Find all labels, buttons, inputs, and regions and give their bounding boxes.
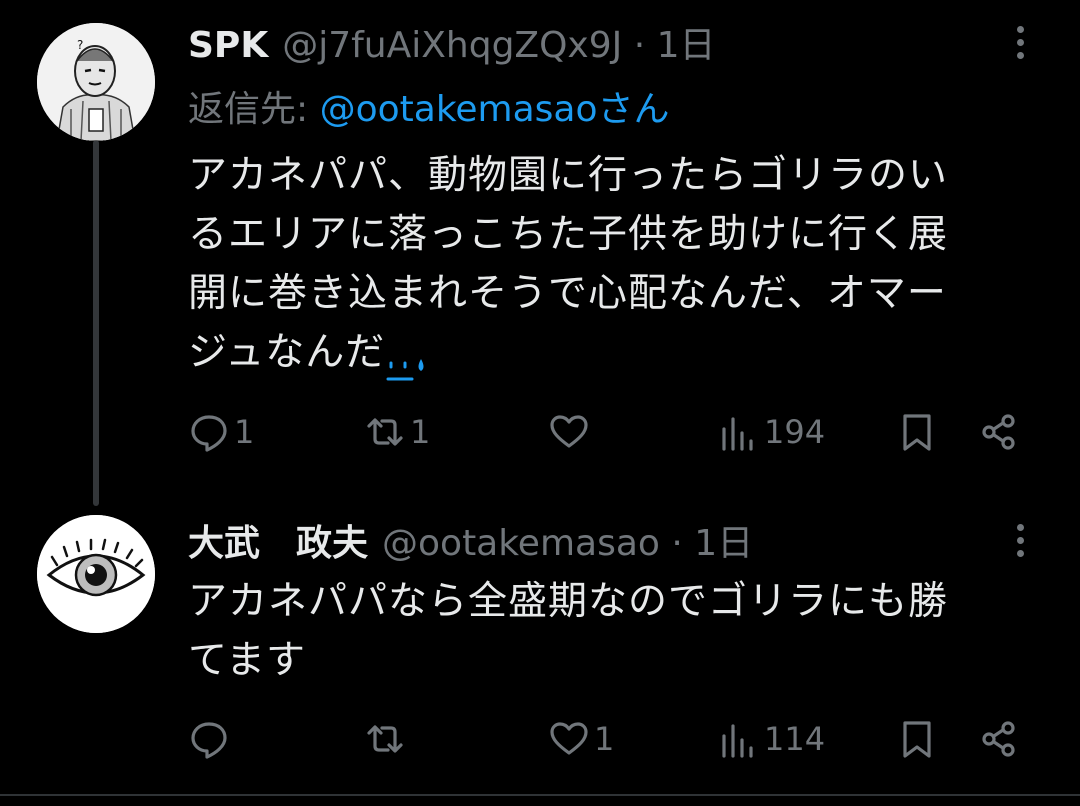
- tweet-action-bar: 1 114: [188, 715, 1038, 763]
- repost-count: 1: [410, 413, 431, 451]
- tweet-header: 大武 政夫 @ootakemasao · 1日: [188, 514, 753, 566]
- tweet-text-line: るエリアに落っこちた子供を助けに行く展: [188, 212, 949, 257]
- bookmark-button[interactable]: [896, 408, 938, 456]
- bookmark-button[interactable]: [896, 715, 938, 763]
- avatar-eye-icon: [37, 515, 155, 633]
- avatar[interactable]: ?: [37, 23, 155, 141]
- bookmark-icon: [903, 721, 931, 758]
- tweet-text-line-last: ジュなんだ: [188, 323, 1028, 382]
- views-button[interactable]: 114: [718, 715, 825, 763]
- like-button[interactable]: 1: [548, 715, 614, 763]
- tweet-header: SPK @j7fuAiXhqgZQx9J · 1日: [188, 16, 716, 68]
- share-button[interactable]: [978, 408, 1020, 456]
- reply-to-mention-link[interactable]: @ootakemasaoさん: [320, 89, 670, 130]
- view-count: 114: [764, 720, 826, 758]
- reply-to-line: 返信先: @ootakemasaoさん: [188, 80, 670, 132]
- repost-icon: [367, 418, 403, 446]
- sweat-smile-emoji-icon: [385, 341, 429, 380]
- tweet-text: アカネパパ、動物園に行ったらゴリラのい るエリアに落っこちた子供を助けに行く展 …: [188, 146, 1028, 382]
- reply-count: 1: [234, 413, 255, 451]
- reply-button[interactable]: 1: [188, 408, 254, 456]
- display-name[interactable]: SPK: [188, 25, 268, 66]
- share-icon: [982, 721, 1015, 757]
- timestamp[interactable]: 1日: [657, 25, 716, 66]
- display-name[interactable]: 大武 政夫: [188, 523, 368, 564]
- like-button[interactable]: [548, 408, 594, 456]
- dot-separator: ·: [633, 25, 646, 66]
- avatar-manga-man-icon: ?: [37, 23, 155, 141]
- timestamp[interactable]: 1日: [694, 523, 753, 564]
- user-handle[interactable]: @ootakemasao: [382, 523, 660, 564]
- heart-icon: [550, 722, 588, 755]
- share-button[interactable]: [978, 715, 1020, 763]
- view-count: 194: [764, 413, 826, 451]
- views-bar-chart-icon: [722, 417, 753, 451]
- heart-icon: [550, 415, 588, 448]
- tweet-text: アカネパパなら全盛期なのでゴリラにも勝 てます: [188, 572, 1028, 690]
- tweet-text-line: 開に巻き込まれそうで心配なんだ、オマー: [188, 271, 947, 316]
- user-handle[interactable]: @j7fuAiXhqgZQx9J: [282, 25, 622, 66]
- views-bar-chart-icon: [722, 724, 753, 758]
- more-options-icon[interactable]: [1008, 26, 1032, 66]
- bookmark-icon: [903, 414, 931, 451]
- tweet-text-line: てます: [188, 638, 307, 683]
- tweet-divider: [0, 794, 1080, 796]
- more-options-icon[interactable]: [1008, 524, 1032, 564]
- svg-text:?: ?: [77, 38, 83, 52]
- like-count: 1: [594, 720, 615, 758]
- reply-bubble-icon: [191, 722, 227, 759]
- repost-button[interactable]: 1: [364, 408, 430, 456]
- views-button[interactable]: 194: [718, 408, 825, 456]
- share-icon: [982, 414, 1015, 450]
- tweet-text-line: アカネパパ、動物園に行ったらゴリラのい: [188, 153, 949, 198]
- thread-connector-line: [93, 140, 99, 506]
- tweet-text-line: ジュなんだ: [188, 330, 386, 375]
- reply-bubble-icon: [191, 415, 227, 452]
- avatar[interactable]: [37, 515, 155, 633]
- dot-separator: ·: [671, 523, 683, 564]
- tweet-action-bar: 1 1 194: [188, 408, 1038, 456]
- repost-button[interactable]: [364, 715, 410, 763]
- repost-icon: [367, 725, 403, 753]
- tweet-text-line: アカネパパなら全盛期なのでゴリラにも勝: [188, 579, 949, 624]
- reply-to-label: 返信先:: [188, 89, 309, 130]
- reply-button[interactable]: [188, 715, 234, 763]
